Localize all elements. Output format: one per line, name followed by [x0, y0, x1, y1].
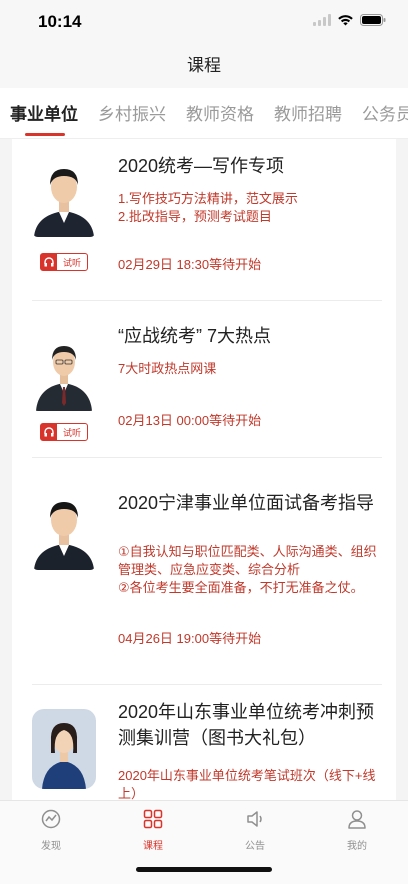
tab-jiaoshi-zige[interactable]: 教师资格: [186, 100, 254, 125]
course-title: 2020宁津事业单位面试备考指导: [118, 493, 375, 513]
headphones-icon: [41, 254, 57, 270]
category-tabs: 事业单位 乡村振兴 教师资格 教师招聘 公务员: [0, 88, 408, 139]
course-list[interactable]: 2020统考—写作专项 1.写作技巧方法精讲，范文展示 2.批改指导，预测考试题…: [12, 139, 396, 800]
trial-label: 试听: [62, 257, 81, 268]
trial-label: 试听: [62, 427, 81, 438]
course-card[interactable]: “应战统考” 7大热点 7大时政热点网课 试听 02月13日 00:00等待开始: [12, 301, 396, 457]
trial-badge[interactable]: 试听: [40, 423, 88, 441]
headphones-icon: [41, 424, 57, 440]
active-tab-indicator: [25, 133, 65, 136]
cellular-signal-icon: [313, 14, 331, 26]
status-bar: 10:14: [0, 0, 408, 44]
nav-bar: 课程: [0, 44, 408, 88]
course-description: 2020年山东事业单位统考笔试班次（线下+线上）: [118, 768, 376, 800]
tab-jiaoshi-zhaopin[interactable]: 教师招聘: [274, 100, 342, 125]
teacher-avatar: [32, 709, 96, 789]
status-icons: [313, 14, 386, 26]
tabbar-label: 发现: [41, 841, 61, 852]
status-time: 10:14: [38, 12, 82, 31]
tab-gongwuyuan[interactable]: 公务员: [362, 100, 408, 125]
course-card[interactable]: 2020统考—写作专项 1.写作技巧方法精讲，范文展示 2.批改指导，预测考试题…: [12, 139, 396, 301]
teacher-avatar: [32, 157, 96, 237]
page-title: 课程: [187, 56, 221, 75]
courses-icon: [143, 809, 163, 829]
course-description: ①自我认知与职位匹配类、人际沟通类、组织管理类、应急应变类、综合分析 ②各位考生…: [118, 544, 377, 595]
course-description: 7大时政热点网课: [118, 361, 217, 376]
course-card[interactable]: 2020年山东事业单位统考冲刺预测集训营（图书大礼包） 2020年山东事业单位统…: [12, 685, 396, 800]
course-card[interactable]: 2020宁津事业单位面试备考指导 ①自我认知与职位匹配类、人际沟通类、组织管理类…: [12, 458, 396, 684]
course-title: 2020年山东事业单位统考冲刺预测集训营（图书大礼包）: [118, 702, 375, 748]
tabbar-item-announcement[interactable]: 公告: [225, 809, 285, 852]
teacher-avatar: [32, 490, 96, 570]
course-time: 04月26日 19:00等待开始: [118, 631, 262, 646]
tabbar-label: 公告: [245, 841, 265, 852]
teacher-avatar: [32, 331, 96, 411]
trial-badge[interactable]: 试听: [40, 253, 88, 271]
course-time: 02月29日 18:30等待开始: [118, 257, 262, 272]
profile-icon: [348, 810, 366, 829]
course-title: 2020统考—写作专项: [118, 156, 285, 176]
tabbar-item-profile[interactable]: 我的: [327, 809, 387, 852]
wifi-icon: [337, 14, 354, 26]
home-indicator: [136, 867, 272, 872]
tab-xiangcun-zhenxing[interactable]: 乡村振兴: [98, 100, 166, 125]
battery-icon: [360, 14, 386, 26]
announcement-icon: [247, 811, 262, 827]
tabbar-item-courses[interactable]: 课程: [123, 809, 183, 852]
tabbar-item-discover[interactable]: 发现: [21, 809, 81, 852]
tabbar-label: 我的: [347, 841, 367, 852]
course-title: “应战统考” 7大热点: [118, 326, 271, 346]
tab-shiye-danwei[interactable]: 事业单位: [10, 100, 78, 125]
discover-icon: [41, 809, 61, 829]
course-description: 1.写作技巧方法精讲，范文展示 2.批改指导，预测考试题目: [118, 191, 298, 224]
tabbar-label: 课程: [143, 841, 163, 852]
course-time: 02月13日 00:00等待开始: [118, 413, 262, 428]
